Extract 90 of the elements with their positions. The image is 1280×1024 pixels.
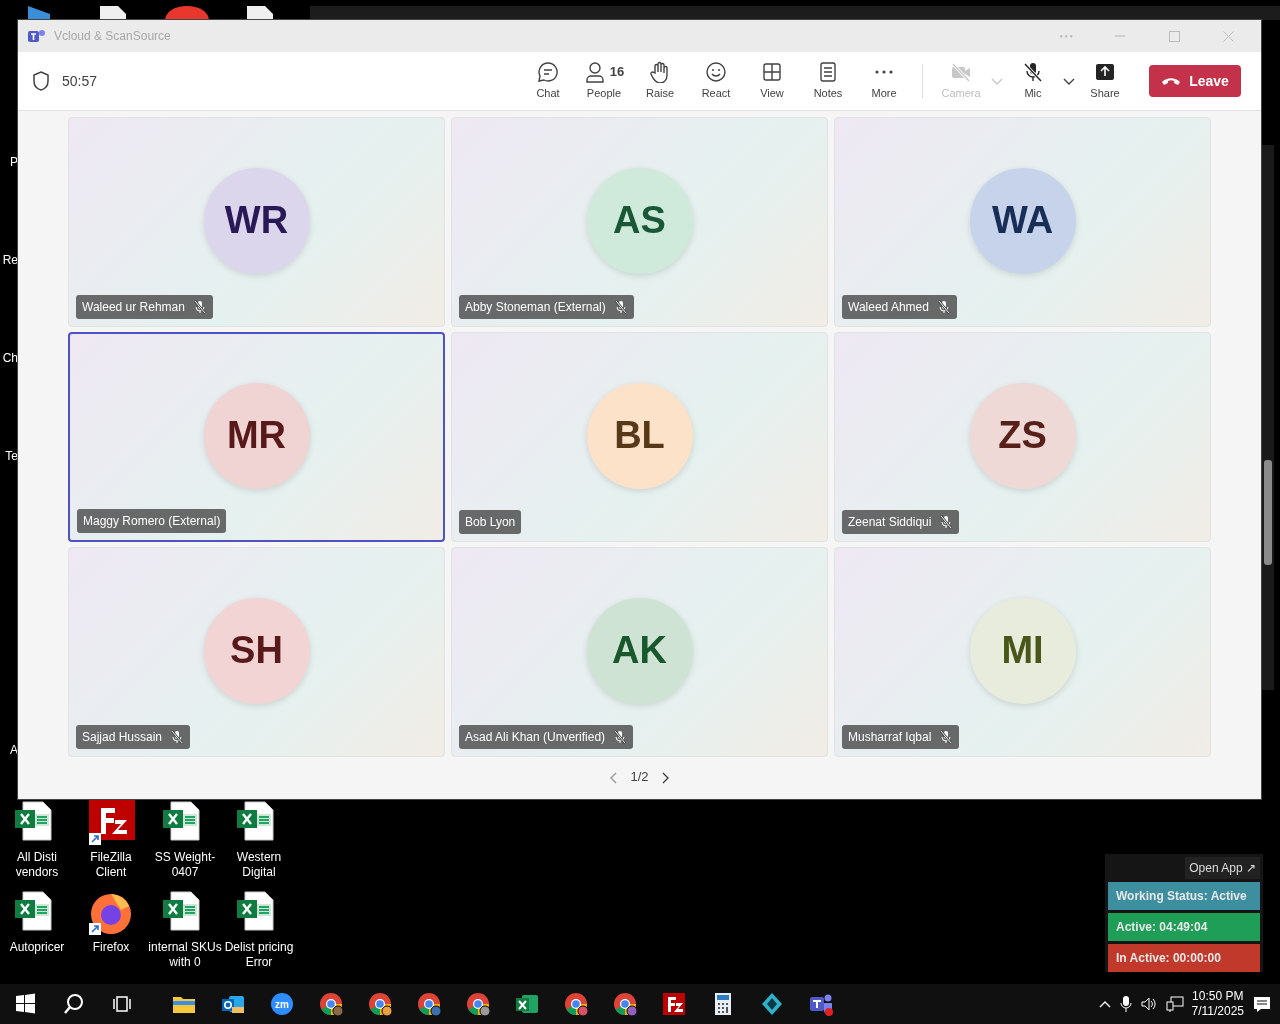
browser-icon [366, 991, 393, 1017]
participant-tile[interactable]: AS Abby Stoneman (External) [451, 117, 828, 327]
toolbar-button[interactable]: Chat [520, 60, 576, 102]
notification-icon[interactable] [1252, 995, 1272, 1013]
more-icon [875, 69, 893, 74]
participant-tile[interactable]: SH Sajjad Hussain [68, 547, 445, 757]
icon-label: A [10, 743, 18, 757]
chevron-right-icon [660, 771, 669, 784]
microphone-icon[interactable] [1119, 995, 1132, 1013]
avatar: ZS [969, 382, 1076, 489]
maximize-icon [1168, 30, 1180, 42]
participant-tile[interactable]: MR Maggy Romero (External) [68, 332, 445, 542]
avatar: AK [586, 597, 693, 704]
window-title: Vcloud & ScanSource [54, 28, 171, 45]
participant-tile[interactable]: WA Waleed Ahmed [834, 117, 1211, 327]
participant-name: Maggy Romero (External) [83, 513, 221, 530]
avatar: AS [586, 167, 693, 274]
participant-name: Musharraf Iqbal [848, 729, 932, 746]
participant-tile[interactable]: ZS Zeenat Siddiqui [834, 332, 1211, 542]
icon-label: Te [5, 449, 18, 463]
chevron-down-icon [1063, 77, 1075, 86]
desktop-icon[interactable]: Western Digital [222, 800, 296, 880]
avatar: WR [203, 167, 310, 274]
participant-tile[interactable]: BL Bob Lyon [451, 332, 828, 542]
browser-icon [317, 991, 344, 1017]
toolbar-button[interactable]: Notes [800, 60, 856, 102]
open-app-button[interactable]: Open App ↗ [1185, 857, 1260, 879]
participant-name: Waleed ur Rehman [82, 299, 185, 316]
camera-off-icon [950, 60, 972, 83]
participant-tile[interactable]: WR Waleed ur Rehman [68, 117, 445, 327]
speaker-icon[interactable] [1139, 995, 1158, 1013]
toolbar-button[interactable]: View [744, 60, 800, 102]
notes-icon [817, 60, 839, 83]
page-indicator: 1/2 [630, 768, 649, 786]
chat-icon [537, 60, 559, 83]
browser-icon [415, 991, 442, 1017]
app-logo-icon [28, 28, 46, 44]
desktop-icon[interactable]: Delist pricing Error [222, 890, 296, 970]
participant-name: Zeenat Siddiqui [848, 514, 932, 531]
network-icon[interactable] [1165, 995, 1184, 1013]
participant-name: Bob Lyon [465, 514, 516, 531]
leave-button[interactable]: Leave [1149, 65, 1241, 97]
filezilla-icon [660, 991, 687, 1017]
desktop-icon[interactable]: Autopricer [0, 890, 74, 955]
toolbar-button[interactable]: Raise [632, 60, 688, 102]
participant-name: Sajjad Hussain [82, 729, 163, 746]
icon-label: P [10, 155, 18, 169]
icon-label: Ch [2, 351, 18, 365]
desktop-icon[interactable]: All Disti vendors [0, 800, 74, 880]
phone-icon [1161, 76, 1182, 86]
desktop-icon[interactable]: FileZilla Client [74, 800, 148, 880]
toolbar-button[interactable]: React [688, 60, 744, 102]
chevron-down-icon [991, 77, 1003, 86]
participant-tile[interactable]: AK Asad Ali Khan (Unverified) [451, 547, 828, 757]
shield-icon [32, 71, 50, 91]
desktop-icon[interactable]: internal SKUs with 0 [148, 890, 222, 970]
toolbar-button[interactable]: Mic [1005, 60, 1061, 102]
close-icon [1222, 30, 1234, 42]
grid-icon [761, 60, 783, 83]
icon-label: Re [2, 253, 18, 267]
browser-icon [562, 991, 589, 1017]
participant-name: Abby Stoneman (External) [465, 299, 606, 316]
person-icon [583, 60, 606, 83]
status-bar: Working Status: Active [1108, 882, 1260, 910]
status-bar: In Active: 00:00:00 [1108, 944, 1260, 972]
participant-name: Waleed Ahmed [848, 299, 929, 316]
toolbar-button[interactable]: 16 People [576, 60, 632, 102]
desktop-icon[interactable]: SS Weight-0407 [148, 800, 222, 880]
avatar: SH [203, 597, 310, 704]
browser-icon [611, 991, 638, 1017]
smiley-icon [705, 60, 727, 83]
avatar: MR [203, 382, 310, 489]
avatar: MI [969, 597, 1076, 704]
browser-icon [464, 991, 491, 1017]
scrollbar[interactable] [1262, 145, 1274, 690]
meeting-timer: 50:57 [62, 71, 98, 91]
chevron-left-icon [610, 771, 619, 784]
system-clock[interactable]: 10:50 PM 7/11/2025 [1191, 989, 1244, 1019]
status-bar: Active: 04:49:04 [1108, 913, 1260, 941]
avatar: BL [586, 382, 693, 489]
toolbar-button[interactable]: More [856, 60, 912, 102]
hand-icon [649, 60, 671, 83]
app-icon: zm [268, 991, 295, 1017]
participant-name: Asad Ali Khan (Unverified) [465, 729, 606, 746]
more-options-icon [1059, 34, 1073, 38]
desktop-icon[interactable]: Firefox [74, 890, 148, 955]
toolbar-button[interactable]: Share [1077, 60, 1133, 102]
participant-tile[interactable]: MI Musharraf Iqbal [834, 547, 1211, 757]
mic-off-icon [1022, 60, 1044, 83]
avatar: WA [969, 167, 1076, 274]
